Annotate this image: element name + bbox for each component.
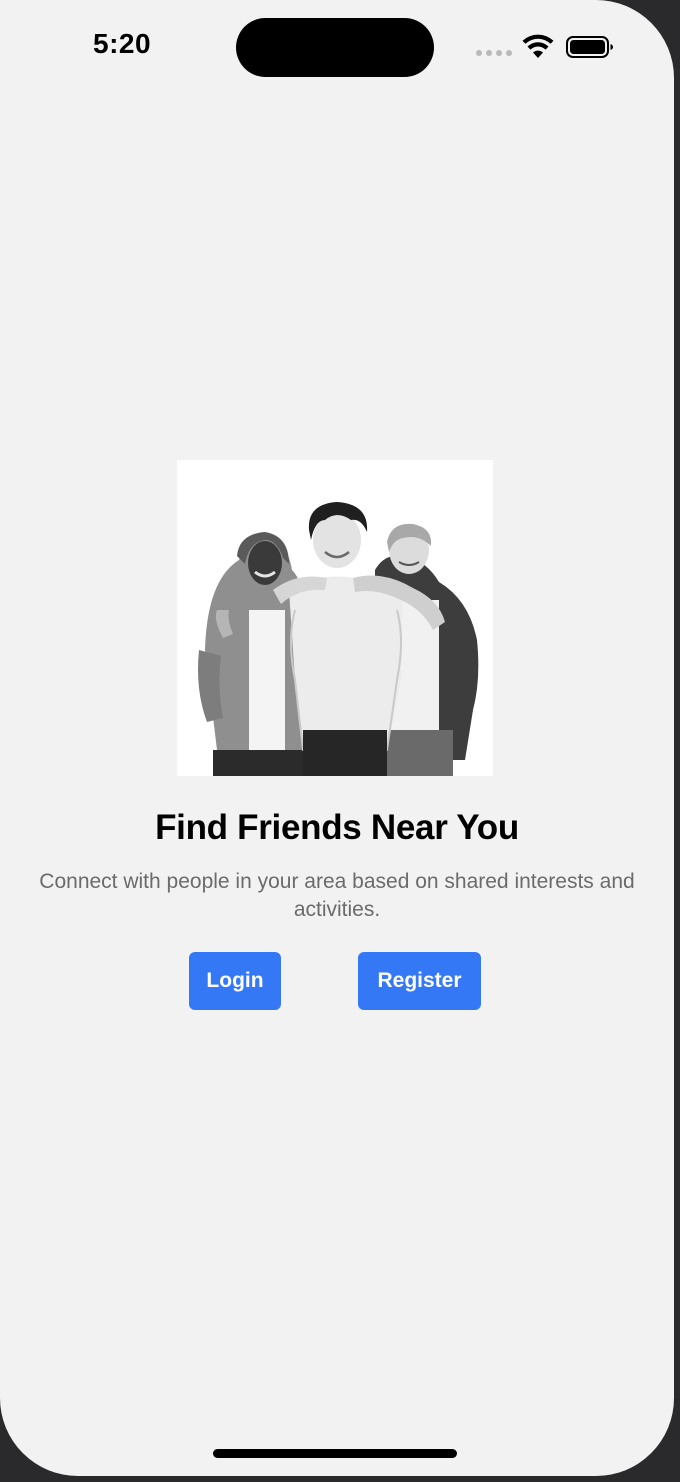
friends-illustration-icon [198, 502, 479, 776]
home-indicator[interactable] [213, 1449, 457, 1458]
login-button[interactable]: Login [189, 952, 281, 1010]
page-title: Find Friends Near You [155, 808, 519, 847]
register-button[interactable]: Register [358, 952, 481, 1010]
app-screen: 5:20 Find Friends Near You Connect with … [0, 0, 674, 1476]
status-time: 5:20 [93, 28, 152, 59]
device-frame: 5:20 Find Friends Near You Connect with … [0, 0, 680, 1482]
status-bar: 5:20 [0, 0, 674, 90]
page-subtitle: Connect with people in your area based o… [39, 870, 635, 921]
dynamic-island [236, 18, 434, 77]
friends-illustration [177, 460, 493, 776]
wifi-icon [522, 34, 554, 58]
battery-icon [566, 36, 613, 58]
cellular-signal-icon [476, 50, 512, 58]
